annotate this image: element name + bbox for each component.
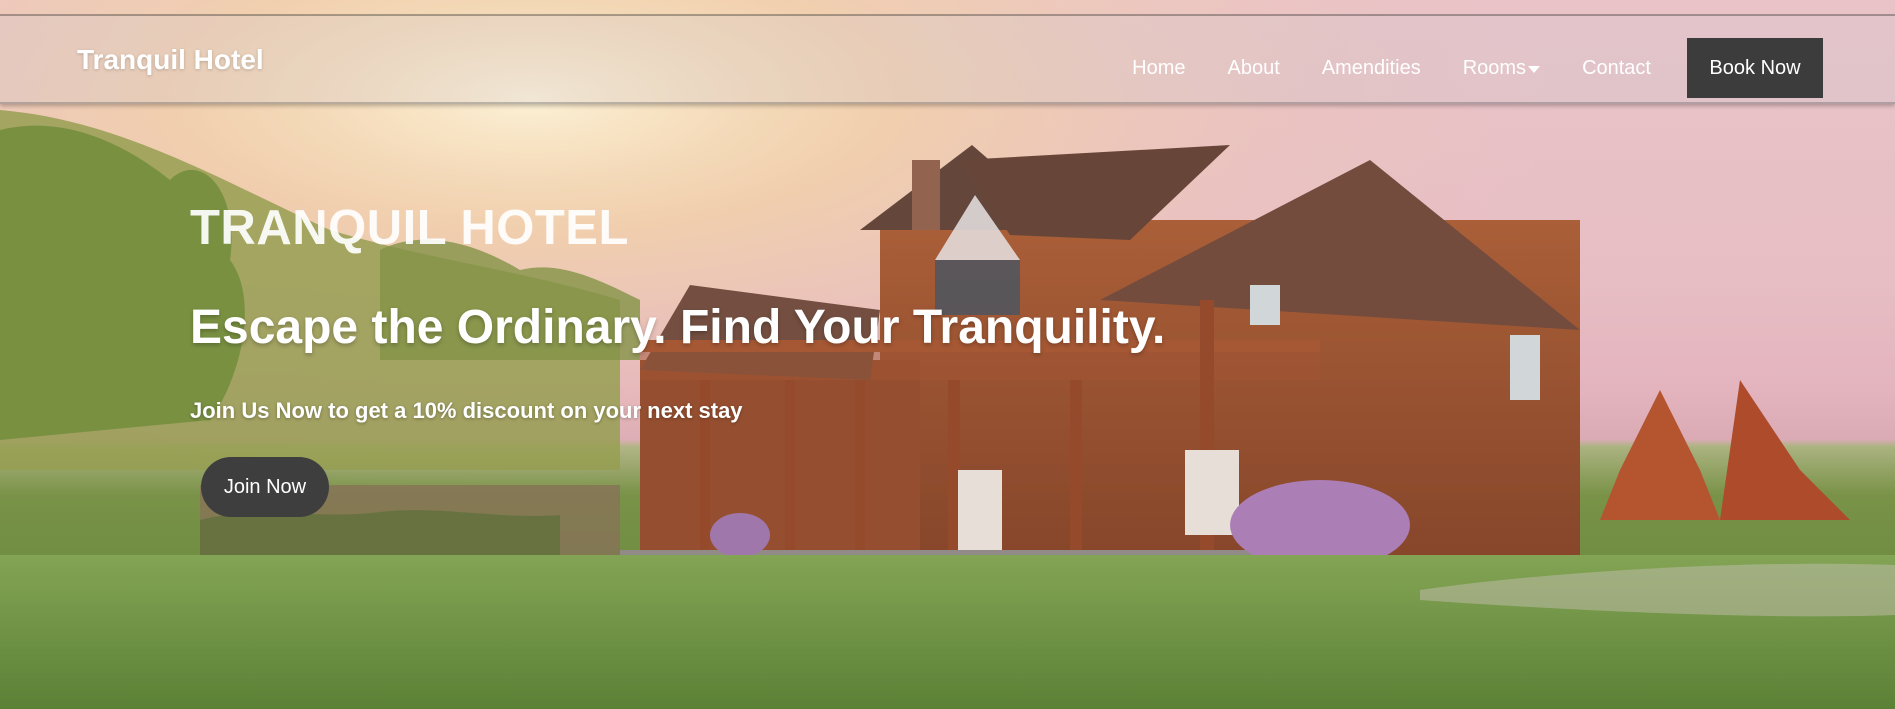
book-now-button[interactable]: Book Now xyxy=(1687,38,1823,98)
hero-subtitle: Join Us Now to get a 10% discount on you… xyxy=(190,398,743,423)
caret-down-icon xyxy=(1528,65,1541,73)
join-now-button[interactable]: Join Now xyxy=(201,457,329,517)
nav-home[interactable]: Home xyxy=(1132,57,1185,80)
brand-logo[interactable]: Tranquil Hotel xyxy=(77,44,264,76)
nav-contact[interactable]: Contact xyxy=(1582,57,1651,80)
nav-rooms[interactable]: Rooms xyxy=(1462,56,1541,80)
nav-rooms-label: Rooms xyxy=(1462,56,1527,79)
nav-amenities[interactable]: Amendities xyxy=(1322,57,1421,80)
main-nav: Home About Amendities Rooms Contact Book… xyxy=(1132,38,1895,98)
hero-tagline: Escape the Ordinary. Find Your Tranquili… xyxy=(190,301,1166,354)
hero-title: TRANQUIL HOTEL xyxy=(190,201,629,255)
nav-about[interactable]: About xyxy=(1228,57,1280,80)
site-header: Tranquil Hotel Home About Amendities Roo… xyxy=(0,16,1895,104)
